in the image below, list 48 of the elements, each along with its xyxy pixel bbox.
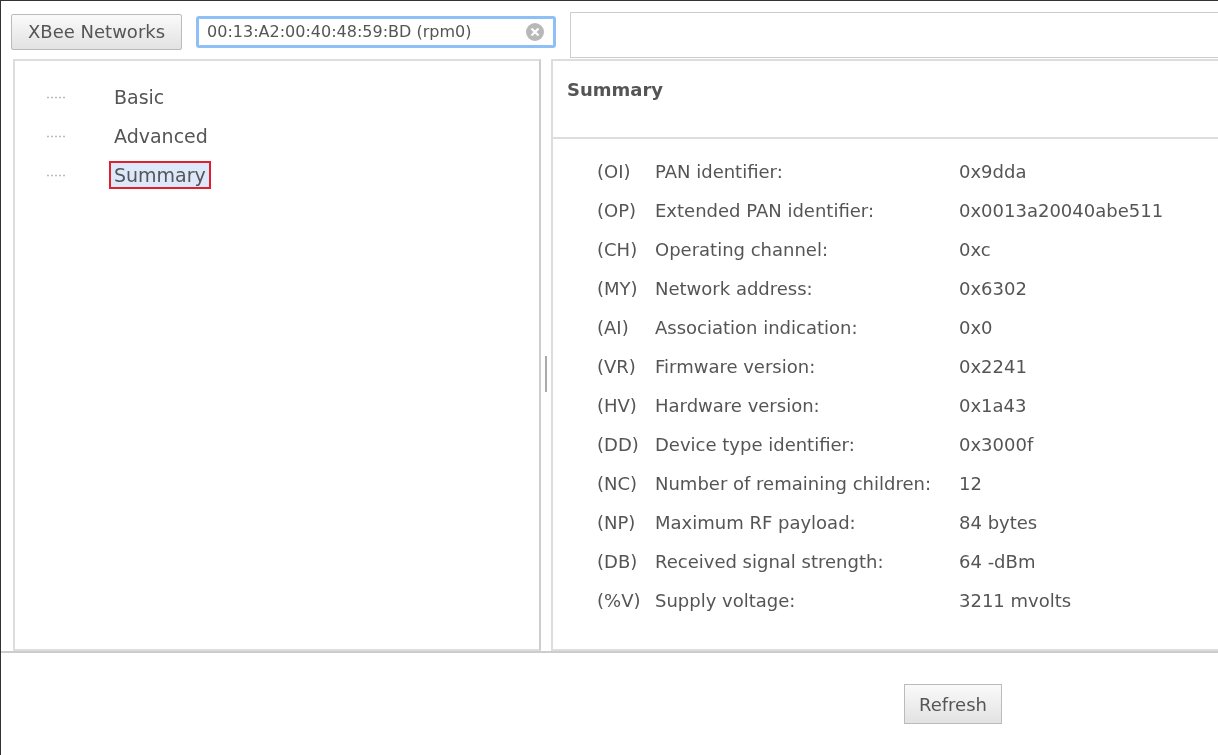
parameter-value: 0x2241 (959, 356, 1028, 379)
parameter-value: 0x1a43 (959, 395, 1028, 418)
refresh-button[interactable]: Refresh (904, 684, 1002, 724)
parameter-code: (NP) (597, 512, 637, 535)
splitter-handle[interactable] (545, 356, 547, 392)
parameter-label: Extended PAN identifier: (655, 200, 875, 223)
parameter-value: 84 bytes (959, 512, 1039, 535)
parameter-label: Device type identifier: (655, 434, 856, 457)
parameter-label: Received signal strength: (655, 551, 885, 574)
tree-connector-icon (47, 95, 67, 99)
parameter-value: 3211 mvolts (959, 590, 1073, 613)
parameter-label: Association indication: (655, 317, 859, 340)
parameter-value: 0x0 (959, 317, 994, 340)
clear-icon[interactable] (525, 21, 546, 42)
parameter-value: 0x9dda (959, 161, 1028, 184)
tree-item[interactable]: Advanced (111, 124, 211, 148)
tab[interactable]: XBee Networks (11, 13, 183, 50)
parameter-code: (MY) (597, 278, 639, 301)
parameter-label: PAN identifier: (655, 161, 784, 184)
parameter-label: Maximum RF payload: (655, 512, 857, 535)
parameter-code: (DD) (597, 434, 640, 457)
parameter-label: Number of remaining children: (655, 473, 932, 496)
parameter-code: (DB) (597, 551, 639, 574)
tree-item[interactable]: Basic (111, 85, 168, 109)
tree-item[interactable]: Summary (111, 163, 209, 187)
parameter-value: 0x0013a20040abe511 (959, 200, 1165, 223)
parameter-value: 64 -dBm (959, 551, 1037, 574)
parameter-value: 0x3000f (959, 434, 1035, 457)
parameter-code: (VR) (597, 356, 637, 379)
parameter-code: (NC) (597, 473, 639, 496)
parameter-value: 0xc (959, 239, 992, 262)
parameter-value: 12 (959, 473, 983, 496)
tab[interactable]: 00:13:A2:00:40:48:59:BD (rpm0) (196, 15, 557, 48)
parameter-label: Hardware version: (655, 395, 821, 418)
panel-title: Summary (553, 61, 1218, 139)
parameter-label: Operating channel: (655, 239, 829, 262)
parameter-label: Supply voltage: (655, 590, 797, 613)
parameter-code: (OP) (597, 200, 638, 223)
parameter-code: (%V) (597, 590, 642, 613)
parameter-code: (AI) (597, 317, 630, 340)
parameter-value: 0x6302 (959, 278, 1028, 301)
parameter-code: (CH) (597, 239, 639, 262)
tree-connector-icon (47, 134, 67, 138)
tree-connector-icon (47, 173, 67, 177)
parameter-code: (HV) (597, 395, 638, 418)
parameter-code: (OI) (597, 161, 632, 184)
parameter-label: Network address: (655, 278, 814, 301)
parameter-label: Firmware version: (655, 356, 817, 379)
